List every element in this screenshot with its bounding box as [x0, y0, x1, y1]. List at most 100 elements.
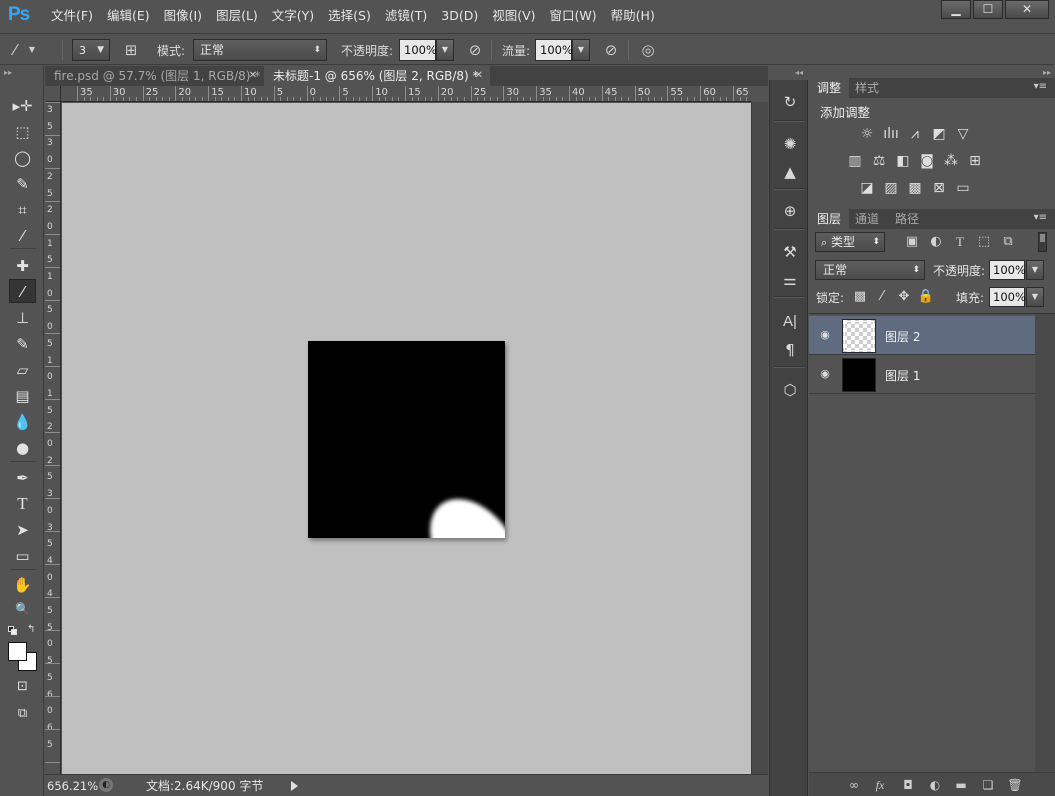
- vertical-ruler[interactable]: 353025201510505101520253035404550556065: [45, 102, 61, 774]
- maximize-button[interactable]: ☐: [973, 0, 1003, 19]
- paragraph-icon[interactable]: ¶: [778, 338, 802, 362]
- preset-dropdown-icon[interactable]: ▼: [26, 40, 38, 60]
- layers-scrollbar[interactable]: [1035, 314, 1055, 774]
- tab-adjustments[interactable]: 调整: [809, 78, 850, 98]
- posterize-icon[interactable]: ▨: [881, 179, 901, 197]
- exposure-icon[interactable]: ◩: [929, 125, 949, 143]
- document-canvas[interactable]: [308, 341, 520, 599]
- zoom-tool-icon[interactable]: 🔍: [9, 597, 36, 621]
- selective-color-icon[interactable]: ⊠: [929, 179, 949, 197]
- eye-icon[interactable]: ◉: [817, 366, 833, 382]
- 3d-icon[interactable]: ⬡: [778, 378, 802, 402]
- brush-preset-icon[interactable]: ⁄: [4, 40, 26, 60]
- collapse-arrows-icon[interactable]: ▸▸: [4, 68, 12, 77]
- clone-stamp-tool-icon[interactable]: ⊥: [9, 306, 36, 330]
- tab-layers[interactable]: 图层: [809, 209, 850, 229]
- filter-smart-object-icon[interactable]: ⧉: [999, 234, 1017, 250]
- opacity-input[interactable]: 100%: [399, 39, 437, 61]
- menu-select[interactable]: 选择(S): [321, 0, 378, 32]
- layer-opacity-input[interactable]: 100%: [989, 260, 1026, 280]
- history-icon[interactable]: ↻: [778, 90, 802, 114]
- close-button[interactable]: ✕: [1005, 0, 1049, 19]
- layer-name[interactable]: 图层 1: [885, 367, 920, 384]
- vertical-scrollbar[interactable]: [751, 102, 768, 774]
- screen-mode-icon[interactable]: ⧉: [9, 702, 36, 726]
- layer-opacity-dropdown[interactable]: ▼: [1026, 260, 1044, 280]
- eyedropper-tool-icon[interactable]: ⁄: [9, 224, 36, 248]
- pressure-size-icon[interactable]: ◎: [637, 40, 659, 60]
- pen-tool-icon[interactable]: ✒: [9, 466, 36, 490]
- canvas-workspace[interactable]: [62, 103, 751, 774]
- channel-mixer-icon[interactable]: ⁂: [941, 152, 961, 170]
- eraser-tool-icon[interactable]: ▱: [9, 358, 36, 382]
- lock-image-icon[interactable]: ⁄: [873, 288, 891, 306]
- fill-input[interactable]: 100%: [989, 287, 1026, 307]
- foreground-color-swatch[interactable]: [8, 642, 27, 661]
- close-icon[interactable]: ✕: [475, 66, 483, 86]
- panel-menu-icon[interactable]: ▾≡: [1034, 212, 1047, 223]
- dodge-tool-icon[interactable]: ●: [9, 436, 36, 460]
- filter-pixel-icon[interactable]: ▣: [903, 234, 921, 250]
- filter-adjustment-icon[interactable]: ◐: [927, 234, 945, 250]
- menu-filter[interactable]: 滤镜(T): [378, 0, 434, 32]
- menu-view[interactable]: 视图(V): [485, 0, 542, 32]
- eye-icon[interactable]: ◉: [817, 327, 833, 343]
- layer-name[interactable]: 图层 2: [885, 328, 920, 345]
- tab-paths[interactable]: 路径: [887, 209, 927, 229]
- levels-icon[interactable]: ılıı: [881, 125, 901, 143]
- collapse-panels-icon[interactable]: ▸▸: [1043, 68, 1051, 77]
- minimize-button[interactable]: ▁: [941, 0, 971, 19]
- gradient-tool-icon[interactable]: ▤: [9, 384, 36, 408]
- close-icon[interactable]: ✕: [249, 66, 257, 86]
- quick-select-tool-icon[interactable]: ✎: [9, 172, 36, 196]
- vibrance-icon[interactable]: ▽: [953, 125, 973, 143]
- curves-icon[interactable]: ⩘: [905, 125, 925, 143]
- path-select-tool-icon[interactable]: ➤: [9, 518, 36, 542]
- pressure-opacity-icon[interactable]: ⊘: [464, 40, 486, 60]
- delete-layer-icon[interactable]: 🗑: [1006, 776, 1024, 794]
- zoom-level-field[interactable]: 656.21%: [47, 778, 98, 794]
- tool-presets-icon[interactable]: ⚒: [778, 240, 802, 264]
- layer-row-1[interactable]: ◉ 图层 1: [809, 355, 1035, 394]
- healing-brush-tool-icon[interactable]: ✚: [9, 254, 36, 278]
- menu-edit[interactable]: 编辑(E): [100, 0, 157, 32]
- color-lookup-icon[interactable]: ⊞: [965, 152, 985, 170]
- tab-styles[interactable]: 样式: [847, 78, 887, 98]
- menu-type[interactable]: 文字(Y): [265, 0, 321, 32]
- menu-image[interactable]: 图像(I): [157, 0, 209, 32]
- brush-panel-toggle-icon[interactable]: ⊞: [120, 40, 142, 60]
- crop-tool-icon[interactable]: ⌗: [9, 198, 36, 222]
- photo-filter-icon[interactable]: ◙: [917, 152, 937, 170]
- airbrush-icon[interactable]: ⊘: [600, 40, 622, 60]
- threshold-icon[interactable]: ▩: [905, 179, 925, 197]
- flow-input[interactable]: 100%: [535, 39, 573, 61]
- new-group-icon[interactable]: ▬: [952, 776, 970, 794]
- tab-untitled-1[interactable]: 未标题-1 @ 656% (图层 2, RGB/8) * ✕: [264, 66, 490, 86]
- black-white-icon[interactable]: ◧: [893, 152, 913, 170]
- link-layers-icon[interactable]: ∞: [845, 776, 863, 794]
- new-adjustment-icon[interactable]: ◐: [926, 776, 944, 794]
- menu-3d[interactable]: 3D(D): [434, 0, 485, 32]
- hue-saturation-icon[interactable]: ▥: [845, 152, 865, 170]
- opacity-dropdown-button[interactable]: ▼: [436, 39, 454, 61]
- brush-presets-icon[interactable]: ▲: [778, 160, 802, 184]
- horizontal-ruler[interactable]: 35 30 25 20 15 10 5 0 5 10 15 20 25 30 35 40 45 50 55 60 65: [45, 86, 751, 102]
- layer-row-2[interactable]: ◉ 图层 2: [809, 316, 1035, 355]
- move-tool-icon[interactable]: ▸✛: [9, 94, 36, 118]
- tab-fire-psd[interactable]: fire.psd @ 57.7% (图层 1, RGB/8) * ✕: [45, 66, 264, 86]
- fx-icon[interactable]: fx: [871, 776, 889, 794]
- status-menu-arrow-icon[interactable]: [291, 781, 298, 791]
- blur-tool-icon[interactable]: 💧: [9, 410, 36, 434]
- shape-tool-icon[interactable]: ▭: [9, 544, 36, 568]
- default-colors-icon[interactable]: [8, 626, 18, 636]
- fill-dropdown[interactable]: ▼: [1026, 287, 1044, 307]
- filter-shape-icon[interactable]: ⬚: [975, 234, 993, 250]
- menu-file[interactable]: 文件(F): [44, 0, 100, 32]
- new-layer-icon[interactable]: ❏: [979, 776, 997, 794]
- lock-position-icon[interactable]: ✥: [895, 288, 913, 306]
- gradient-map-icon[interactable]: ▭: [953, 179, 973, 197]
- menu-window[interactable]: 窗口(W): [543, 0, 604, 32]
- swap-colors-icon[interactable]: ↰: [27, 624, 35, 635]
- brush-size-picker[interactable]: 3 ▼: [72, 39, 110, 61]
- blend-mode-select[interactable]: 正常 ⬍: [815, 260, 925, 280]
